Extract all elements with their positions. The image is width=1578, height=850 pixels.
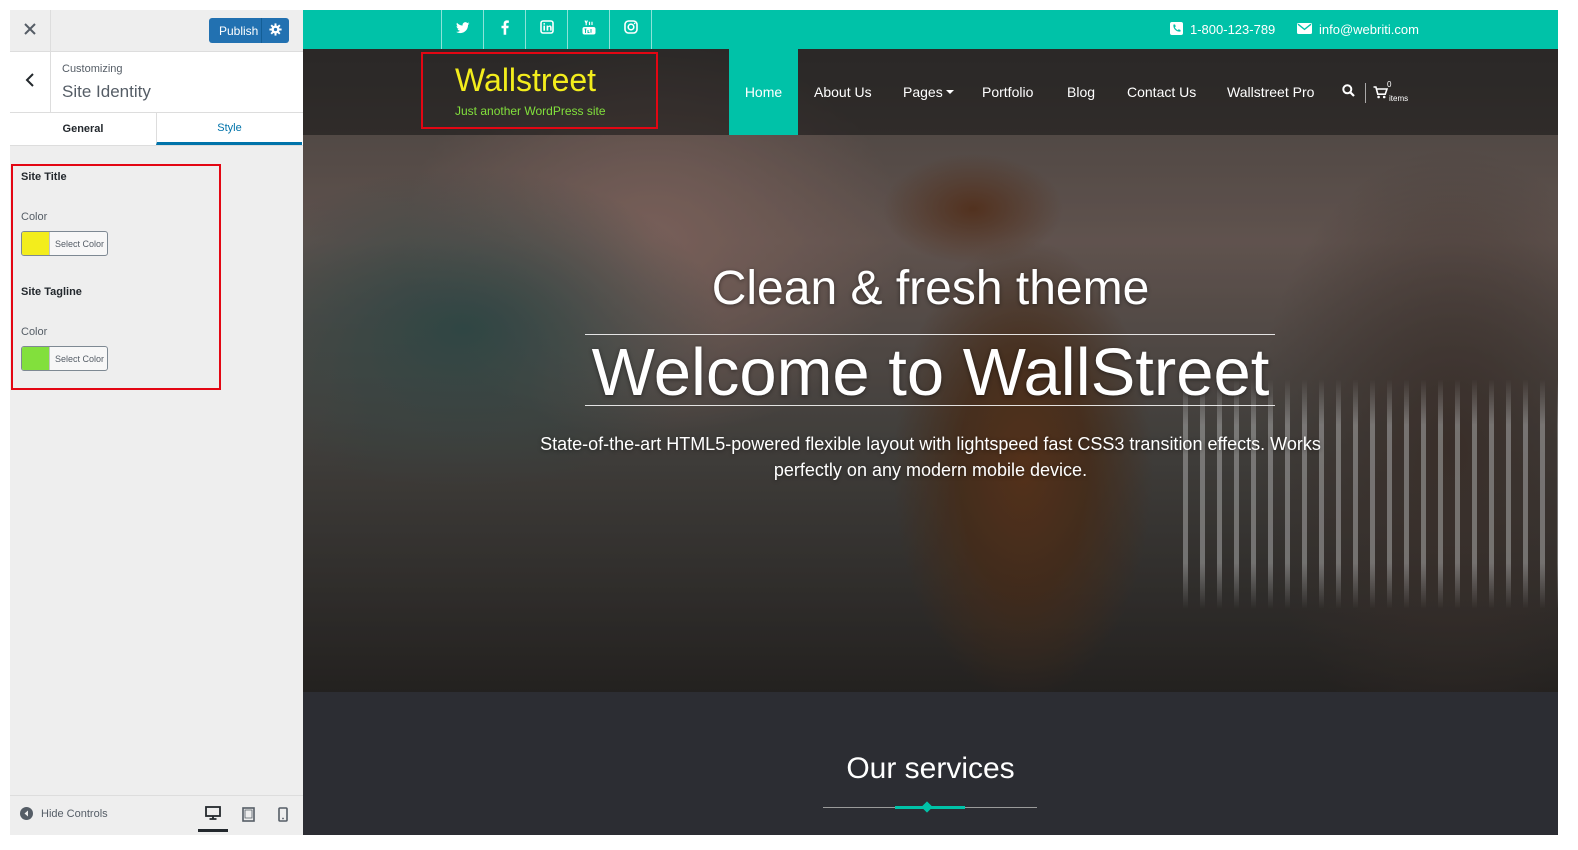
- nav-pages[interactable]: Pages: [903, 49, 954, 135]
- hero-title-bottom-rule: [585, 405, 1275, 406]
- social-youtube-link[interactable]: [568, 10, 610, 49]
- services-separator: [823, 801, 1037, 813]
- close-customizer-button[interactable]: [10, 10, 51, 51]
- site-title-color-button[interactable]: Select Color: [21, 231, 108, 256]
- section-tabs: General Style: [10, 113, 303, 146]
- back-button[interactable]: [10, 52, 51, 112]
- email-link[interactable]: info@webriti.com: [1297, 10, 1419, 49]
- site-title-color-button-label: Select Color: [55, 238, 105, 249]
- style-controls-highlight: Site Title Color Select Color Site Tagli…: [11, 164, 221, 390]
- nav-pages-label: Pages: [903, 84, 943, 100]
- preview-mobile-button[interactable]: [268, 802, 298, 832]
- hero-subtitle: Clean & fresh theme: [711, 262, 1150, 315]
- search-icon: [1342, 84, 1355, 100]
- site-tagline-color-button-label: Select Color: [55, 353, 105, 364]
- customizer-window: Publish Customizing Site Identity Genera…: [10, 10, 1558, 835]
- separator-diamond: [921, 801, 933, 813]
- nav-about-us[interactable]: About Us: [814, 49, 872, 135]
- hero-description: State-of-the-art HTML5-powered flexible …: [540, 434, 1321, 480]
- nav-wallstreet-pro[interactable]: Wallstreet Pro: [1227, 49, 1314, 135]
- envelope-icon: [1297, 22, 1319, 37]
- customizer-sidebar: Publish Customizing Site Identity Genera…: [10, 10, 304, 835]
- services-title: Our services: [846, 752, 1015, 785]
- tab-style[interactable]: Style: [156, 113, 302, 145]
- publish-settings-button[interactable]: [262, 22, 289, 39]
- site-tagline: Just another WordPress site: [455, 104, 606, 118]
- twitter-icon: [455, 21, 470, 39]
- social-twitter-link[interactable]: [442, 10, 484, 49]
- cart-icon: [1373, 86, 1389, 104]
- services-section: Our services: [303, 692, 1558, 835]
- linkedin-icon: [539, 20, 554, 39]
- hide-controls-button[interactable]: Hide Controls: [20, 807, 108, 820]
- site-title-color-label: Color: [21, 211, 48, 223]
- sidebar-footer: Hide Controls: [10, 795, 303, 835]
- mobile-icon: [278, 807, 288, 827]
- site-tagline-color-label: Color: [21, 326, 48, 338]
- social-facebook-link[interactable]: [484, 10, 526, 49]
- site-tagline-color-swatch: [22, 347, 50, 370]
- desktop-icon: [205, 806, 221, 825]
- facebook-icon: [500, 19, 509, 40]
- site-topbar: 1-800-123-789 info@webriti.com: [303, 10, 1558, 49]
- site-title-color-swatch: [22, 232, 50, 255]
- section-title-bar: Customizing Site Identity: [10, 52, 303, 113]
- phone-icon: [1170, 21, 1190, 38]
- nav-blog[interactable]: Blog: [1067, 49, 1095, 135]
- hide-controls-label: Hide Controls: [41, 807, 108, 820]
- site-branding-highlight: Wallstreet Just another WordPress site: [421, 52, 658, 129]
- sidebar-header: Publish: [10, 10, 303, 52]
- hero-title: Welcome to WallStreet: [591, 335, 1270, 410]
- gear-icon: [269, 22, 282, 39]
- nav-search-button[interactable]: [1342, 49, 1355, 135]
- cart-count: 0: [1387, 80, 1392, 89]
- cart-button[interactable]: 0 items: [1373, 80, 1409, 107]
- nav-contact-us[interactable]: Contact Us: [1127, 49, 1196, 135]
- publish-label: Publish: [219, 23, 259, 38]
- site-tagline-heading: Site Tagline: [21, 286, 82, 298]
- tablet-icon: [241, 807, 255, 827]
- site-tagline-color-button[interactable]: Select Color: [21, 346, 108, 371]
- site-title[interactable]: Wallstreet: [455, 62, 596, 99]
- preview-tablet-button[interactable]: [233, 802, 263, 832]
- instagram-icon: [623, 20, 638, 39]
- close-icon: [24, 22, 36, 40]
- section-title: Site Identity: [62, 82, 151, 101]
- caret-down-icon: [945, 90, 954, 94]
- preview-desktop-button[interactable]: [198, 802, 228, 832]
- site-title-heading: Site Title: [21, 171, 67, 183]
- social-instagram-link[interactable]: [610, 10, 652, 49]
- email-address: info@webriti.com: [1319, 22, 1419, 37]
- nav-divider: [1365, 83, 1366, 103]
- tab-general[interactable]: General: [10, 113, 156, 145]
- social-links: [441, 10, 652, 49]
- nav-home[interactable]: Home: [729, 49, 798, 135]
- cart-items-label: items: [1389, 94, 1409, 103]
- site-navbar: Wallstreet Just another WordPress site H…: [303, 49, 1558, 135]
- chevron-left-icon: [25, 72, 35, 92]
- nav-portfolio[interactable]: Portfolio: [982, 49, 1033, 135]
- collapse-icon: [20, 807, 33, 820]
- publish-button[interactable]: Publish: [209, 18, 289, 43]
- phone-link[interactable]: 1-800-123-789: [1170, 10, 1275, 49]
- customizing-breadcrumb: Customizing: [62, 63, 123, 75]
- social-linkedin-link[interactable]: [526, 10, 568, 49]
- phone-number: 1-800-123-789: [1190, 22, 1276, 37]
- youtube-icon: [582, 19, 596, 40]
- site-preview: 1-800-123-789 info@webriti.com Wallstree…: [303, 10, 1558, 835]
